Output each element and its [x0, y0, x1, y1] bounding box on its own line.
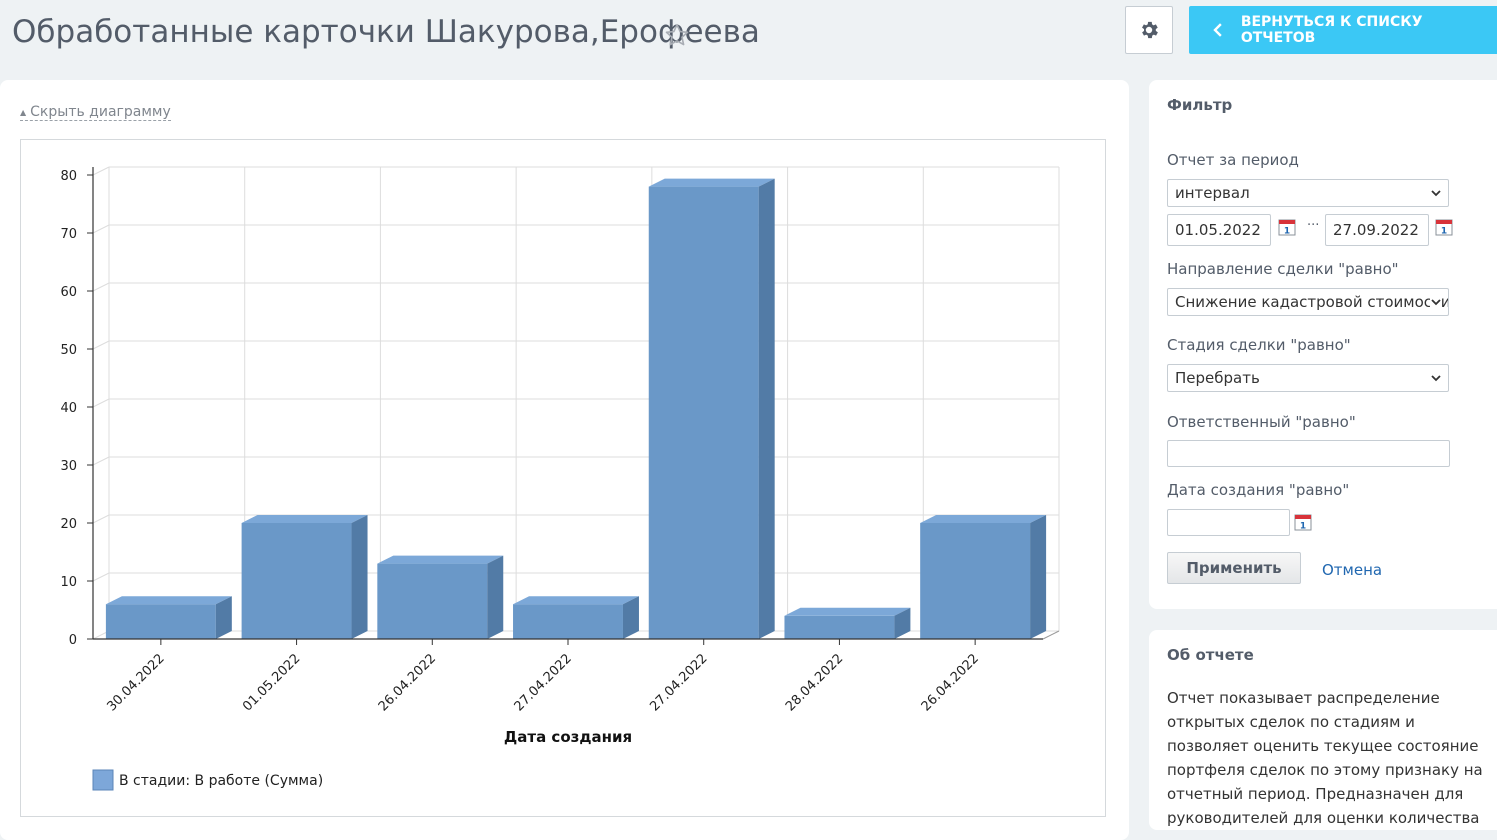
bar [105, 604, 216, 639]
calendar-icon[interactable]: 1 [1435, 218, 1453, 237]
period-select[interactable]: интервал [1167, 179, 1449, 207]
grid-line [92, 224, 110, 234]
direction-select-value: Снижение кадастровой стоимости [1175, 293, 1449, 311]
bar-top [920, 515, 1047, 523]
hide-chart-toggle[interactable]: ▲ Скрыть диаграмму [20, 104, 171, 121]
period-select-value: интервал [1175, 184, 1250, 202]
bar-top [513, 596, 639, 605]
x-tick-label: 26.04.2022 [376, 651, 439, 714]
date-to-input[interactable]: 27.09.2022 [1325, 214, 1429, 246]
grid-line [92, 282, 110, 292]
bar-side [487, 555, 504, 639]
bar [648, 186, 759, 639]
x-tick-label: 28.04.2022 [783, 651, 846, 714]
y-tick-label: 60 [60, 285, 77, 300]
filter-panel: Фильтр Отчет за период интервал 01.05.20… [1149, 80, 1497, 609]
floor-edge [1042, 630, 1060, 640]
bar-top [648, 178, 775, 187]
x-axis-title: Дата создания [504, 728, 632, 746]
stage-label: Стадия сделки "равно" [1167, 336, 1351, 354]
bar [241, 523, 352, 639]
bar-side [758, 178, 775, 639]
stage-select-value: Перебрать [1175, 369, 1260, 387]
bar [377, 563, 488, 639]
back-to-reports-button[interactable]: ВЕРНУТЬСЯ К СПИСКУ ОТЧЕТОВ [1189, 6, 1497, 54]
chevron-down-icon [1431, 375, 1441, 382]
about-text: Отчет показывает распределение открытых … [1167, 689, 1483, 827]
created-date-input[interactable] [1167, 509, 1290, 536]
bar [513, 604, 623, 639]
y-tick-label: 50 [60, 343, 77, 358]
about-panel: Об отчете Отчет показывает распределение… [1149, 630, 1497, 830]
y-tick-label: 40 [60, 401, 77, 416]
bar [784, 615, 895, 639]
star-icon[interactable] [664, 22, 690, 48]
grid-line [92, 572, 110, 582]
direction-label: Направление сделки "равно" [1167, 260, 1399, 278]
bar-top [377, 555, 504, 564]
responsible-input[interactable] [1167, 440, 1450, 467]
y-tick-label: 80 [60, 169, 77, 184]
grid-line [92, 166, 110, 176]
grid-line [92, 456, 110, 466]
calendar-day: 1 [1284, 227, 1290, 237]
period-label: Отчет за период [1167, 151, 1299, 169]
calendar-icon[interactable]: 1 [1294, 513, 1312, 532]
responsible-label: Ответственный "равно" [1167, 413, 1356, 431]
hide-chart-label: Скрыть диаграмму [30, 104, 171, 120]
y-tick-label: 30 [60, 459, 77, 474]
grid-line [92, 398, 110, 408]
calendar-icon[interactable]: 1 [1278, 218, 1296, 237]
calendar-day: 1 [1441, 227, 1447, 237]
bar-top [241, 515, 368, 523]
x-tick-label: 30.04.2022 [104, 651, 167, 714]
legend-label: В стадии: В работе (Сумма) [119, 773, 323, 789]
created-date-label: Дата создания "равно" [1167, 481, 1350, 499]
chart-container: 0 10 20 30 40 50 60 70 80 30.04.2022 01.05.2022 26.… [20, 139, 1106, 817]
filter-title: Фильтр [1167, 96, 1233, 114]
x-tick-label: 27.04.2022 [647, 651, 710, 714]
y-tick-label: 10 [60, 575, 77, 590]
date-separator: ... [1307, 214, 1320, 229]
gear-icon [1142, 21, 1158, 39]
bar-top [784, 607, 911, 616]
y-tick-label: 20 [60, 517, 77, 532]
about-title: Об отчете [1167, 646, 1254, 664]
grid-line [92, 340, 110, 350]
chevron-down-icon [1430, 296, 1442, 308]
chevron-left-icon [1213, 23, 1222, 37]
bar-chart: 0 10 20 30 40 50 60 70 80 30.04.2022 01.05.2022 26.… [60, 166, 1060, 791]
bar-side [351, 515, 368, 639]
cancel-link[interactable]: Отмена [1322, 561, 1382, 579]
bar [920, 523, 1031, 639]
x-tick-label: 26.04.2022 [919, 651, 982, 714]
chevron-down-icon [1431, 190, 1441, 197]
direction-select[interactable]: Снижение кадастровой стоимости [1167, 288, 1449, 316]
x-tick-label: 01.05.2022 [240, 651, 303, 714]
date-from-input[interactable]: 01.05.2022 [1167, 214, 1271, 246]
bar-side [1030, 515, 1047, 639]
triangle-up-icon: ▲ [20, 107, 27, 117]
legend-swatch [92, 769, 114, 791]
stage-select[interactable]: Перебрать [1167, 364, 1449, 392]
y-tick-label: 0 [69, 633, 77, 648]
y-tick-label: 70 [60, 227, 77, 242]
page-title: Обработанные карточки Шакурова,Ерофеева [12, 14, 760, 50]
calendar-day: 1 [1300, 522, 1306, 532]
bar-top [105, 596, 232, 605]
back-button-label: ВЕРНУТЬСЯ К СПИСКУ ОТЧЕТОВ [1240, 14, 1423, 46]
apply-button[interactable]: Применить [1167, 552, 1301, 584]
settings-button[interactable] [1125, 6, 1173, 54]
grid-line [92, 514, 110, 524]
x-tick-label: 27.04.2022 [512, 651, 575, 714]
